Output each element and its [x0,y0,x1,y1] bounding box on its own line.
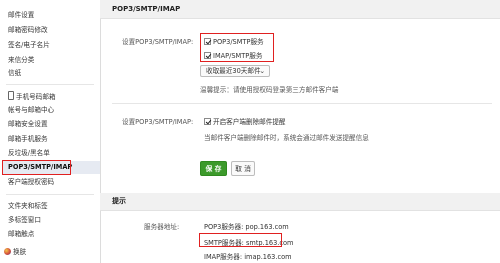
sidebar-item-filters[interactable]: 来信分类 [8,54,34,66]
imap-server: IMAP服务器: imap.163.com [204,253,292,261]
delete-reminder-label: 开启客户端删除邮件提醒 [213,118,286,126]
delete-reminder-hint: 当邮件客户端删除邮件时，系统会通过邮件发送提醒信息 [204,134,369,142]
server-address-label: 服务器地址: [144,223,180,231]
sidebar-item-stationery[interactable]: 信纸 [8,67,21,79]
section-divider [112,103,492,104]
pop3-server: POP3服务器: pop.163.com [204,223,289,231]
sidebar-item-client-password[interactable]: 客户端授权密码 [8,176,54,188]
sidebar-divider [6,84,94,85]
highlight-box-smtp [199,233,282,247]
auth-code-tip: 温馨提示：请使用授权码登录第三方邮件客户端 [200,86,339,94]
section-title-tips: 提示 [100,193,500,211]
sidebar-item-skin[interactable]: 换肤 [4,246,26,258]
highlight-box-services [200,33,274,62]
delete-reminder-checkbox[interactable] [204,118,211,125]
delete-setting-label: 设置POP3/SMTP/IMAP: [122,118,194,126]
setting-label: 设置POP3/SMTP/IMAP: [122,38,194,46]
sidebar-item-account-center[interactable]: 帐号与邮箱中心 [8,104,54,116]
sidebar-item-mobile-mail[interactable]: 手机号码邮箱 [8,91,56,103]
sidebar-item-signature[interactable]: 签名/电子名片 [8,39,50,51]
settings-content: POP3/SMTP/IMAP 设置POP3/SMTP/IMAP: POP3/SM… [100,0,500,263]
highlight-box-sidebar [2,160,71,175]
sidebar-item-tabs[interactable]: 多标签窗口 [8,214,41,226]
sidebar-divider [6,194,94,195]
sidebar-item-folders[interactable]: 文件夹和标签 [8,200,48,212]
receive-range-select[interactable]: 收取最近30天邮件 ⌄ [200,65,270,77]
sidebar-item-label: 换肤 [13,248,27,256]
sidebar-item-mobile-service[interactable]: 邮箱手机服务 [8,133,48,145]
receive-range-value: 收取最近30天邮件 [206,67,261,75]
section-title-pop3: POP3/SMTP/IMAP [100,0,500,19]
phone-icon [8,91,14,100]
skin-icon [4,248,11,255]
save-button[interactable]: 保 存 [200,161,227,176]
sidebar-item-mail-settings[interactable]: 邮件设置 [8,9,34,21]
sidebar-item-password[interactable]: 邮箱密码修改 [8,24,48,36]
cancel-button[interactable]: 取 消 [231,161,255,176]
sidebar-item-label: 手机号码邮箱 [16,93,56,101]
sidebar-item-touchpoints[interactable]: 邮箱触点 [8,228,34,240]
sidebar-item-antispam[interactable]: 反垃圾/黑名单 [8,147,50,159]
sidebar-item-security[interactable]: 邮箱安全设置 [8,118,48,130]
settings-sidebar: 邮件设置 邮箱密码修改 签名/电子名片 来信分类 信纸 手机号码邮箱 帐号与邮箱… [0,0,101,263]
chevron-down-icon: ⌄ [259,67,265,75]
